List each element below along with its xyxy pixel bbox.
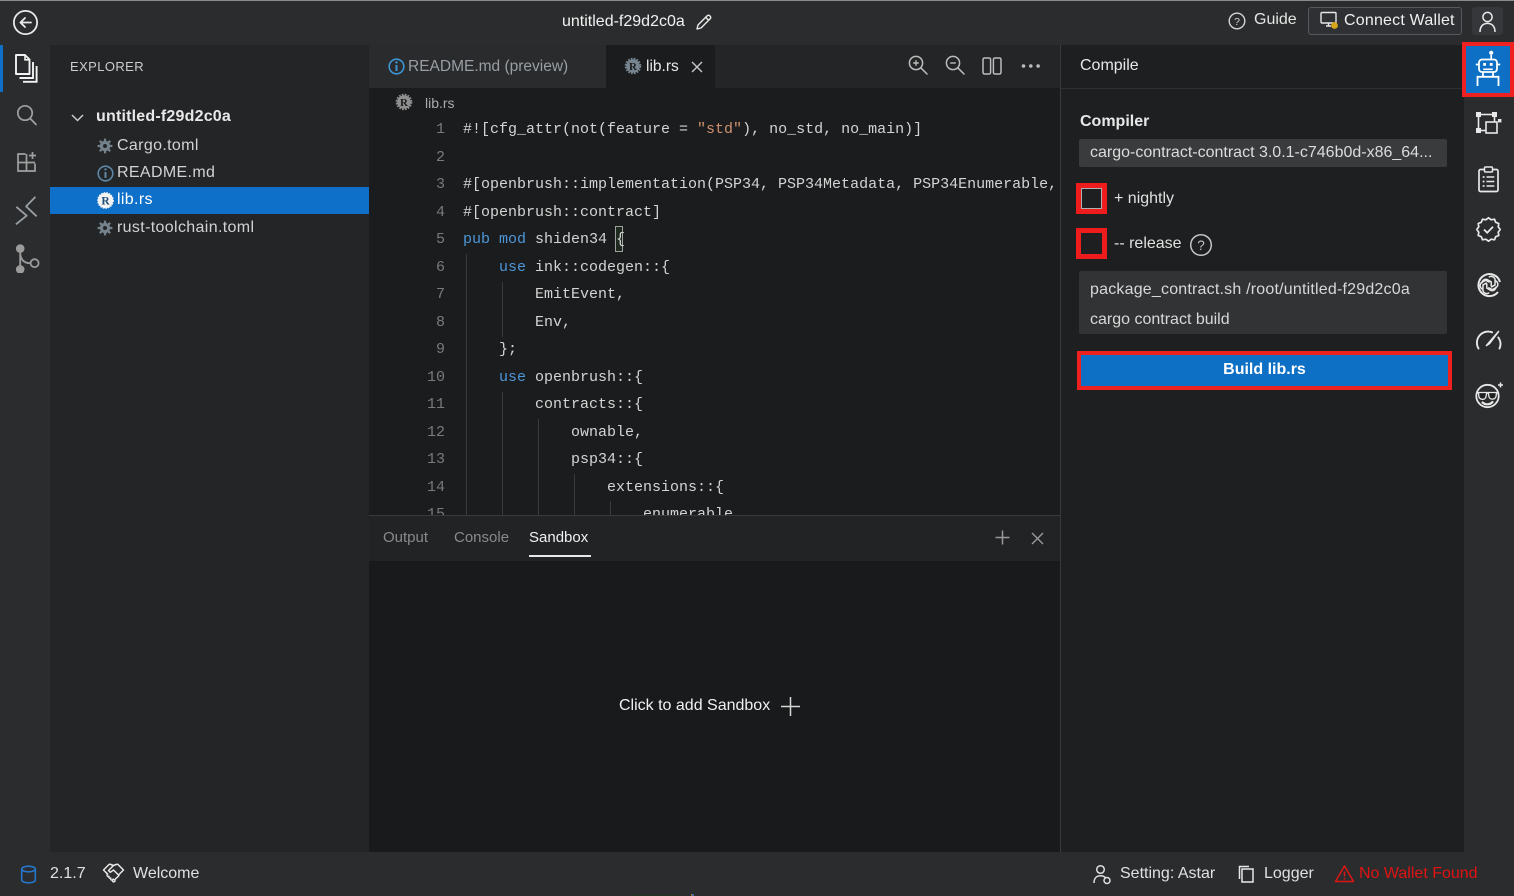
svg-text:R: R <box>400 97 409 109</box>
svg-text:?: ? <box>1234 16 1240 28</box>
svg-text:R: R <box>101 196 110 208</box>
svg-text:?: ? <box>1197 238 1205 253</box>
svg-text:R: R <box>629 61 638 73</box>
